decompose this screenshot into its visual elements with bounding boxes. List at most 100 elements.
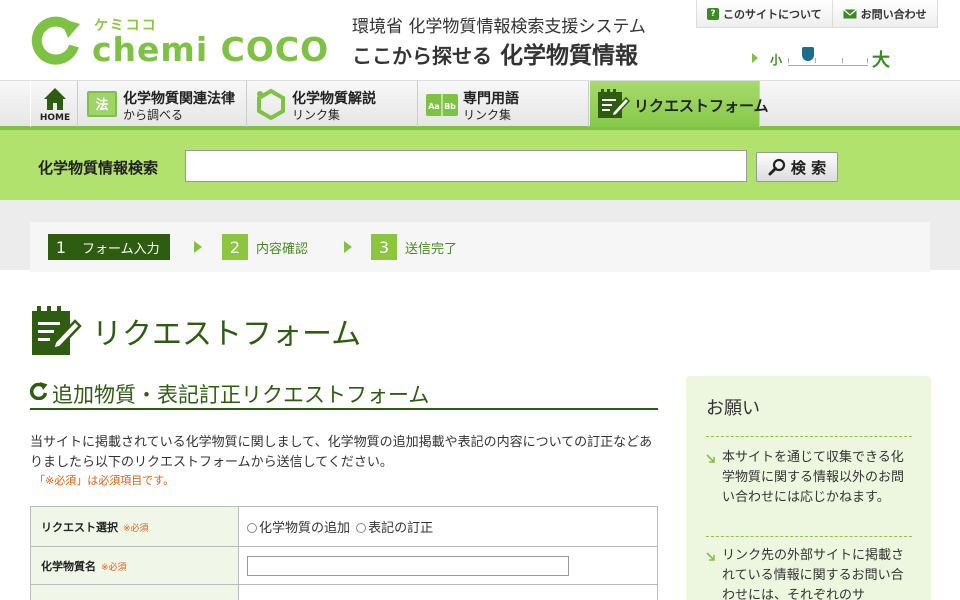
font-size-knob[interactable] (802, 47, 814, 61)
arrow-down-right-icon (706, 454, 715, 463)
tagline-bottom-big: 化学物質情報 (500, 43, 638, 69)
search-button-label: 検 索 (790, 158, 827, 177)
notice-item: 本サイトを通じて収集できる化学物質に関する情報以外のお問い合わせには応じかねます… (706, 448, 912, 508)
progress-steps: 1 フォーム入力 2 内容確認 3 送信完了 (30, 222, 930, 272)
notice-item: リンク先の外部サイトに掲載されている情報に関するお問い合わせには、それぞれのサ (706, 546, 912, 600)
font-size-slider[interactable]: 小 大 (752, 44, 902, 72)
step-arrow-icon (344, 241, 352, 253)
notice-item-text: 本サイトを通じて収集できる化学物質に関する情報以外のお問い合わせには応じかねます… (722, 450, 905, 505)
radio-add-chemical-label: 化学物質の追加 (259, 521, 351, 536)
section-title: 追加物質・表記訂正リクエストフォーム (30, 378, 658, 410)
form-label-3 (30, 584, 239, 600)
step-1-label: フォーム入力 (82, 241, 160, 257)
logo-arrow-small-icon (30, 382, 48, 400)
step-2-number: 2 (222, 234, 248, 260)
font-size-arrow-icon (752, 53, 758, 63)
request-form-table: リクエスト選択 ※必須 化学物質の追加 表記の訂正 化学物質名 ※必須 (30, 506, 658, 600)
required-note: 「※必須」は必須項目です。 (34, 474, 175, 487)
font-size-tick (815, 58, 816, 63)
nav-item-request-form[interactable]: リクエストフォーム (590, 81, 769, 127)
form-field-chemical-name (238, 546, 658, 585)
search-icon (768, 158, 785, 176)
arrow-down-right-icon (706, 552, 715, 561)
font-size-small-label: 小 (770, 53, 783, 67)
about-site-label: このサイトについて (723, 7, 822, 21)
search-button[interactable]: 検 索 (756, 152, 838, 182)
radio-correct-notation-label: 表記の訂正 (368, 521, 434, 536)
nav-item-glossary-line1: 専門用語 (463, 91, 519, 107)
radio-button[interactable] (356, 523, 367, 533)
form-label-chemical-name: 化学物質名 ※必須 (30, 546, 239, 585)
notice-divider (706, 436, 912, 437)
logo-text: chemi COCO (92, 30, 330, 69)
nav-item-glossary-line2: リンク集 (463, 108, 512, 122)
form-field-request-type: 化学物質の追加 表記の訂正 (238, 506, 658, 547)
radio-button[interactable] (247, 523, 257, 533)
search-label: 化学物質情報検索 (38, 159, 159, 177)
intro-text: 当サイトに掲載されている化学物質に関しまして、化学物質の追加掲載や表記の内容につ… (30, 435, 653, 470)
request-form-title-icon (32, 306, 82, 355)
step-2: 2 内容確認 (222, 234, 308, 260)
form-row-request-type: リクエスト選択 ※必須 化学物質の追加 表記の訂正 (30, 506, 658, 547)
search-input[interactable] (185, 150, 747, 182)
chemical-name-input[interactable] (247, 555, 569, 576)
form-row-3 (30, 584, 658, 600)
nav-item-request-form-label: リクエストフォーム (634, 97, 769, 115)
required-mark: ※必須 (101, 562, 127, 573)
notice-item-text: リンク先の外部サイトに掲載されている情報に関するお問い合わせには、それぞれのサ (722, 548, 905, 600)
form-row-chemical-name: 化学物質名 ※必須 (30, 546, 658, 585)
site-header: ケミココ chemi COCO 環境省 化学物質情報検索支援システム ここから探… (0, 0, 960, 80)
page-title: リクエストフォーム (92, 317, 362, 352)
step-1-number: 1 (55, 237, 67, 257)
step-3: 3 送信完了 (371, 234, 457, 260)
font-size-tick (842, 58, 843, 63)
form-field-3 (238, 584, 658, 600)
nav-item-chemical-line2: リンク集 (292, 108, 341, 122)
step-2-label: 内容確認 (256, 241, 309, 257)
font-size-tick (788, 58, 789, 63)
home-icon (44, 88, 66, 110)
nav-item-glossary[interactable]: Aa Bb 専門用語 リンク集 (419, 81, 589, 127)
nav-item-chemical[interactable]: 化学物質解説 リンク集 (248, 81, 418, 127)
font-size-large-label: 大 (872, 50, 890, 71)
logo-arrow-icon (31, 16, 80, 65)
nav-home-label: HOME (39, 113, 71, 123)
step-3-label: 送信完了 (405, 241, 458, 257)
mail-icon (842, 8, 857, 18)
notice-divider (706, 536, 912, 537)
contact-label: お問い合わせ (860, 7, 927, 21)
font-size-tick (867, 58, 868, 63)
utility-links: ? このサイトについて お問い合わせ (696, 0, 938, 28)
nav-item-chemical-line1: 化学物質解説 (292, 91, 376, 107)
notice-box: お願い 本サイトを通じて収集できる化学物質に関する情報以外のお問い合わせには応じ… (686, 376, 931, 600)
section-title-text: 追加物質・表記訂正リクエストフォーム (52, 383, 430, 407)
contact-link[interactable]: お問い合わせ (832, 0, 938, 28)
form-label-chemical-name-text: 化学物質名 (41, 559, 96, 573)
step-3-number: 3 (371, 234, 397, 260)
glossary-book-icon: Aa Bb (426, 94, 458, 116)
radio-correct-notation[interactable]: 表記の訂正 (356, 521, 433, 536)
nav-item-law[interactable]: 法 化学物質関連法律 から調べる (79, 81, 247, 127)
site-logo[interactable]: ケミココ chemi COCO (30, 12, 340, 69)
tagline-bottom: ここから探せる 化学物質情報 (352, 36, 638, 70)
required-mark: ※必須 (123, 523, 149, 534)
main-nav: HOME 法 化学物質関連法律 から調べる 化学物質解説 リンク集 Aa Bb … (0, 80, 960, 130)
svg-text:Bb: Bb (444, 102, 456, 111)
nav-item-law-line1: 化学物質関連法律 (123, 91, 235, 107)
about-site-link[interactable]: ? このサイトについて (696, 0, 833, 28)
tagline-bottom-small: ここから探せる (352, 44, 492, 68)
search-band: 化学物質情報検索 検 索 (0, 130, 960, 200)
radio-add-chemical[interactable]: 化学物質の追加 (247, 521, 350, 536)
step-1: 1 フォーム入力 (48, 234, 170, 260)
form-label-request-type-text: リクエスト選択 (41, 520, 118, 534)
svg-text:法: 法 (95, 97, 108, 113)
svg-text:Aa: Aa (428, 102, 440, 111)
molecule-icon (257, 88, 285, 120)
nav-item-law-line2: から調べる (123, 108, 184, 122)
step-arrow-icon (194, 241, 202, 253)
question-icon: ? (707, 7, 719, 20)
nav-home[interactable]: HOME (30, 81, 78, 127)
font-size-track[interactable] (788, 58, 868, 66)
notice-title: お願い (706, 398, 760, 419)
form-label-request-type: リクエスト選択 ※必須 (30, 506, 239, 547)
